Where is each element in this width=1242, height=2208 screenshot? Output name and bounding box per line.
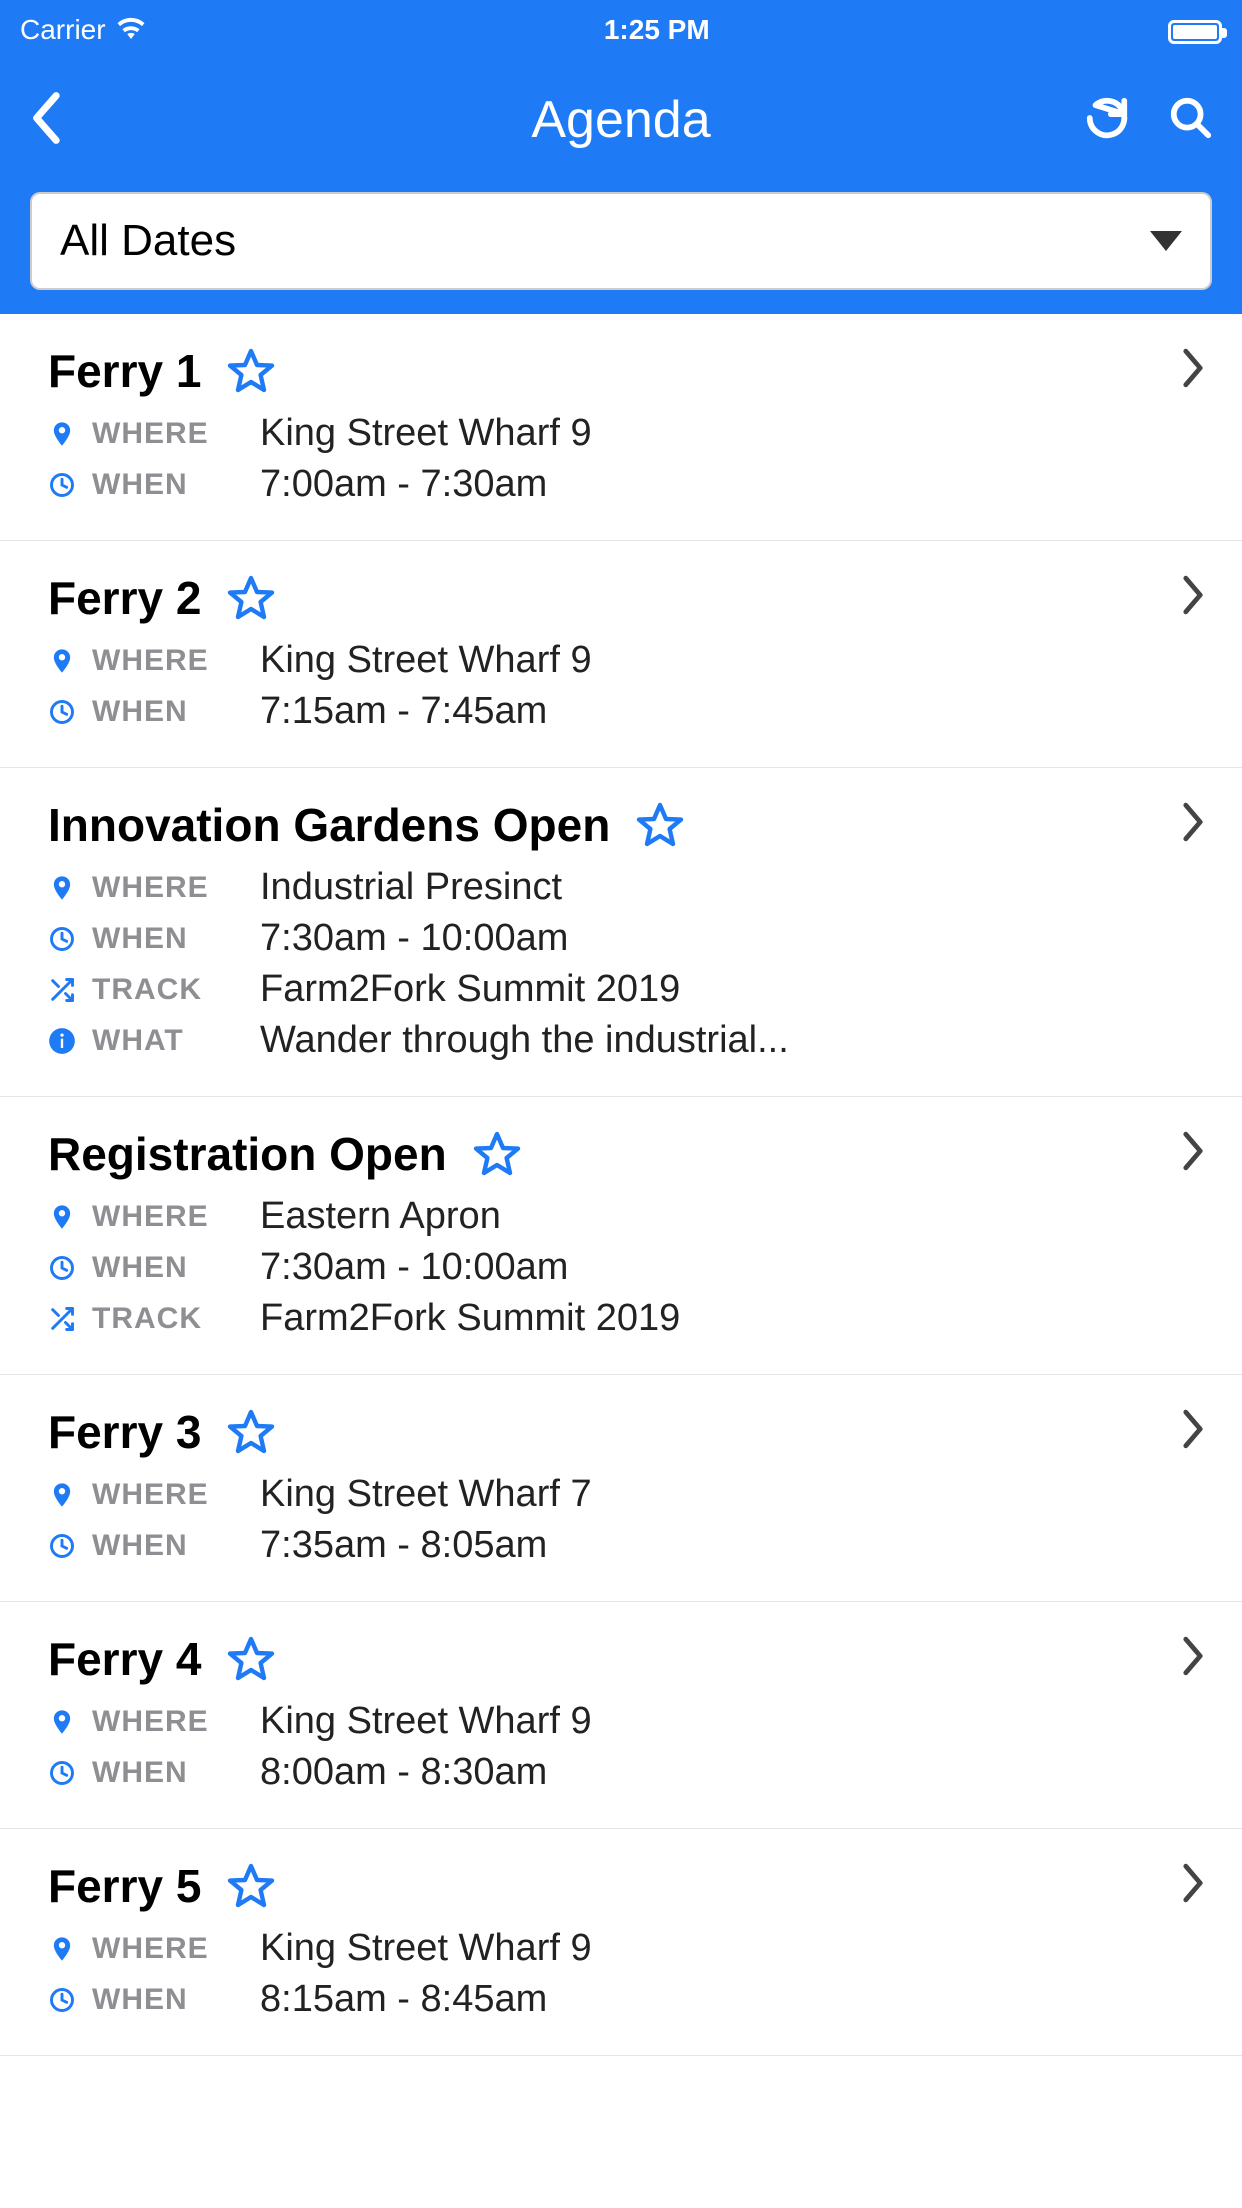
shuffle-icon — [48, 1305, 92, 1333]
agenda-row[interactable]: Innovation Gardens Open WHERE Industrial… — [0, 768, 1242, 1097]
star-icon[interactable] — [636, 801, 684, 849]
pin-icon — [48, 874, 92, 902]
meta-label-when: WHEN — [92, 1251, 260, 1285]
meta-label-when: WHEN — [92, 1529, 260, 1563]
star-icon[interactable] — [227, 1862, 275, 1910]
star-icon[interactable] — [227, 1635, 275, 1683]
status-time: 1:25 PM — [604, 14, 710, 46]
meta-value-where: Industrial Presinct — [260, 866, 562, 909]
meta-label-track: TRACK — [92, 973, 260, 1007]
meta-value-when: 7:30am - 10:00am — [260, 1246, 568, 1289]
agenda-row-title: Ferry 5 — [48, 1859, 201, 1913]
meta-label-when: WHEN — [92, 1756, 260, 1790]
chevron-right-icon — [1178, 1127, 1208, 1175]
star-icon[interactable] — [227, 574, 275, 622]
meta-value-what: Wander through the industrial... — [260, 1019, 789, 1062]
agenda-row[interactable]: Registration Open WHERE Eastern Apron WH… — [0, 1097, 1242, 1375]
date-filter-select[interactable]: All Dates — [30, 192, 1212, 290]
pin-icon — [48, 1708, 92, 1736]
star-icon[interactable] — [227, 347, 275, 395]
refresh-button[interactable] — [1084, 95, 1130, 146]
clock-icon — [48, 1254, 92, 1282]
meta-label-where: WHERE — [92, 1932, 260, 1966]
agenda-row-title: Ferry 4 — [48, 1632, 201, 1686]
meta-label-when: WHEN — [92, 1983, 260, 2017]
agenda-row-title: Registration Open — [48, 1127, 447, 1181]
clock-icon — [48, 1532, 92, 1560]
info-icon — [48, 1027, 92, 1055]
meta-label-track: TRACK — [92, 1302, 260, 1336]
page-title: Agenda — [178, 90, 1064, 150]
pin-icon — [48, 1935, 92, 1963]
meta-value-where: Eastern Apron — [260, 1195, 501, 1238]
clock-icon — [48, 698, 92, 726]
shuffle-icon — [48, 976, 92, 1004]
meta-label-when: WHEN — [92, 695, 260, 729]
meta-label-where: WHERE — [92, 1200, 260, 1234]
meta-value-where: King Street Wharf 9 — [260, 1927, 592, 1970]
battery-icon — [1168, 14, 1222, 46]
star-icon[interactable] — [473, 1130, 521, 1178]
search-button[interactable] — [1168, 95, 1214, 146]
agenda-row-title: Ferry 3 — [48, 1405, 201, 1459]
meta-value-when: 8:15am - 8:45am — [260, 1978, 547, 2021]
agenda-row[interactable]: Ferry 4 WHERE King Street Wharf 9 WHEN 8… — [0, 1602, 1242, 1829]
meta-value-when: 8:00am - 8:30am — [260, 1751, 547, 1794]
agenda-row[interactable]: Ferry 2 WHERE King Street Wharf 9 WHEN 7… — [0, 541, 1242, 768]
pin-icon — [48, 420, 92, 448]
meta-label-where: WHERE — [92, 871, 260, 905]
agenda-list: Ferry 1 WHERE King Street Wharf 9 WHEN 7… — [0, 314, 1242, 2056]
chevron-right-icon — [1178, 571, 1208, 619]
pin-icon — [48, 647, 92, 675]
clock-icon — [48, 1986, 92, 2014]
wifi-icon — [116, 14, 146, 46]
chevron-right-icon — [1178, 1405, 1208, 1453]
pin-icon — [48, 1481, 92, 1509]
meta-value-when: 7:30am - 10:00am — [260, 917, 568, 960]
clock-icon — [48, 471, 92, 499]
date-filter-label: All Dates — [60, 216, 236, 266]
agenda-row-title: Ferry 2 — [48, 571, 201, 625]
chevron-right-icon — [1178, 1632, 1208, 1680]
meta-label-where: WHERE — [92, 644, 260, 678]
caret-down-icon — [1150, 231, 1182, 251]
clock-icon — [48, 1759, 92, 1787]
meta-value-where: King Street Wharf 7 — [260, 1473, 592, 1516]
meta-value-track: Farm2Fork Summit 2019 — [260, 1297, 680, 1340]
meta-value-where: King Street Wharf 9 — [260, 639, 592, 682]
meta-label-when: WHEN — [92, 468, 260, 502]
clock-icon — [48, 925, 92, 953]
agenda-row-title: Innovation Gardens Open — [48, 798, 610, 852]
meta-value-track: Farm2Fork Summit 2019 — [260, 968, 680, 1011]
meta-label-where: WHERE — [92, 1478, 260, 1512]
agenda-row[interactable]: Ferry 5 WHERE King Street Wharf 9 WHEN 8… — [0, 1829, 1242, 2056]
back-button[interactable] — [28, 90, 62, 151]
chevron-right-icon — [1178, 1859, 1208, 1907]
meta-label-when: WHEN — [92, 922, 260, 956]
meta-value-where: King Street Wharf 9 — [260, 412, 592, 455]
agenda-row[interactable]: Ferry 1 WHERE King Street Wharf 9 WHEN 7… — [0, 314, 1242, 541]
chevron-right-icon — [1178, 798, 1208, 846]
pin-icon — [48, 1203, 92, 1231]
meta-value-when: 7:35am - 8:05am — [260, 1524, 547, 1567]
meta-label-where: WHERE — [92, 1705, 260, 1739]
meta-label-what: WHAT — [92, 1024, 260, 1058]
meta-value-where: King Street Wharf 9 — [260, 1700, 592, 1743]
status-bar: Carrier 1:25 PM — [0, 0, 1242, 60]
star-icon[interactable] — [227, 1408, 275, 1456]
meta-value-when: 7:15am - 7:45am — [260, 690, 547, 733]
meta-value-when: 7:00am - 7:30am — [260, 463, 547, 506]
agenda-row[interactable]: Ferry 3 WHERE King Street Wharf 7 WHEN 7… — [0, 1375, 1242, 1602]
chevron-right-icon — [1178, 344, 1208, 392]
carrier-label: Carrier — [20, 14, 106, 46]
agenda-row-title: Ferry 1 — [48, 344, 201, 398]
meta-label-where: WHERE — [92, 417, 260, 451]
